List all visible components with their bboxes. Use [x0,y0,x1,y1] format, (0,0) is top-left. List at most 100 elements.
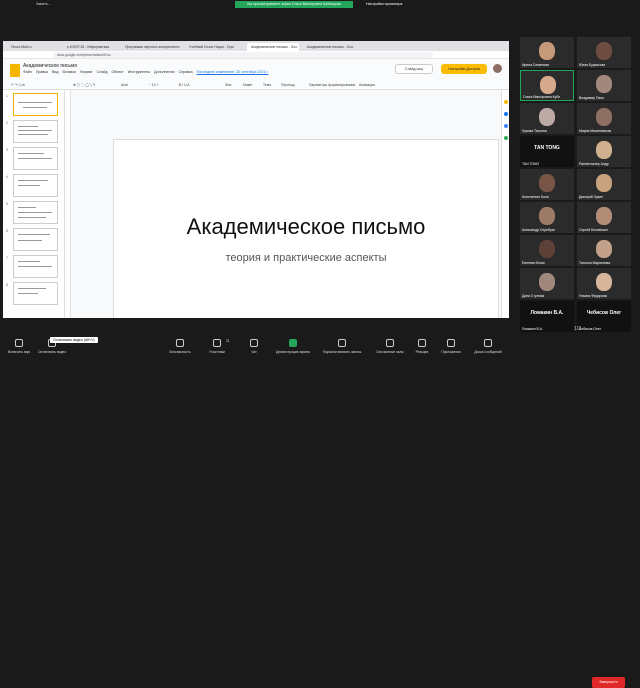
participant-tile[interactable]: Ульяна Федорова [577,268,631,299]
browser-tab[interactable]: e-ИЭУП 28 - Информатика [63,43,115,51]
account-avatar[interactable] [493,64,502,73]
format-options-button[interactable]: Параметры форматирования [309,83,355,87]
animation-button[interactable]: Анимация [359,83,375,87]
participant-tile[interactable]: Ранненталер Андр [577,136,631,167]
current-slide[interactable]: Академическое письмо теория и практическ… [113,139,499,318]
viewing-screen-badge: Вы просматриваете экран Ольга Викторовна… [235,1,353,8]
browser-tab[interactable]: Почта Mail.ru [7,43,59,51]
font-select[interactable]: Arial [121,83,128,87]
participant-tile-no-video[interactable]: TAN TONG TAN TONG [520,136,574,167]
menu-format[interactable]: Формат [80,70,93,74]
keep-icon[interactable] [504,100,508,104]
view-options-menu[interactable]: Настройки просмотра [366,1,402,8]
breakout-rooms-button[interactable]: Сессионные залы [370,334,410,360]
theme-button[interactable]: Тема [263,83,271,87]
browser-tab[interactable]: Академическое письмо - Goo [303,43,359,51]
layout-button[interactable]: Макет [243,83,253,87]
slide-title[interactable]: Академическое письмо [114,214,498,240]
top-status-text: Заметь... [36,2,51,6]
participant-tile-no-video[interactable]: Ломакин В.А. Ломакин В.А. [520,301,574,332]
share-screen-button[interactable]: Демонстрация экрана [268,334,318,360]
share-access-button[interactable]: Настройки Доступа [441,64,487,74]
participant-tile[interactable]: Чукова Татьяна [520,103,574,134]
menu-file[interactable]: Файл [23,70,32,74]
bold-italic-icon[interactable]: B I U A [179,83,190,87]
participant-tile-active-speaker[interactable]: Ольга Викторовна Кубл [520,70,574,101]
microphone-muted-icon [15,339,23,347]
background-button[interactable]: Фон [225,83,231,87]
unmute-button[interactable]: Включить звук [2,334,36,360]
whiteboard-button[interactable]: Доска сообщений [466,334,510,360]
participant-tile[interactable]: Дмитрий Лукин [577,169,631,200]
participant-tile[interactable]: Александр Серебрян [520,202,574,233]
slide-thumbnail[interactable] [13,255,58,278]
participant-tile[interactable]: Мария Малиновская [577,103,631,134]
menu-view[interactable]: Вид [52,70,59,74]
gallery-page-indicator[interactable]: 1/2 [574,326,581,332]
browser-tab-active[interactable]: Академическое письмо - Goo [247,43,299,51]
font-size-controls[interactable]: − 14 + [149,83,159,87]
thumb-number: 7 [6,256,8,260]
slideshow-button[interactable]: Слайд-шоу [395,64,433,74]
contacts-icon[interactable] [504,124,508,128]
participant-tile-no-video[interactable]: Чебисов Олег Чебисов Олег [577,301,631,332]
slide-thumbnail[interactable] [13,120,58,143]
participants-button[interactable]: 21 Участники [200,334,234,360]
transition-button[interactable]: Переход [281,83,294,87]
menu-object[interactable]: Объект [111,70,123,74]
undo-icon[interactable]: ↶ ↷ ⎙ ⧉ [11,83,25,87]
zoom-select-icon[interactable]: ⊕ ▢ ⬚ ◯ ╲ ✎ [73,83,96,87]
slide-thumbnail-selected[interactable] [13,93,58,116]
browser-tab-strip: Почта Mail.ru e-ИЭУП 28 - Информатика Пр… [3,41,509,51]
browser-tab[interactable]: Учебный Сезон Науки - Горь [185,43,243,51]
url-field[interactable]: docs.google.com/presentation/d/1w... [53,52,433,58]
last-edit-link[interactable]: Последнее изменение: 30 сентября 2021 г. [197,70,269,74]
menu-tools[interactable]: Инструменты [128,70,150,74]
slide-thumbnail[interactable] [13,201,58,224]
document-title[interactable]: Академическое письмо [23,63,77,69]
menu-slide[interactable]: Слайд [97,70,108,74]
menu-bar: Файл Правка Вид Вставка Формат Слайд Объ… [23,70,271,74]
whiteboard-icon [484,339,492,347]
thumb-number: 1 [6,94,8,98]
chat-button[interactable]: Чат [240,334,268,360]
thumb-number: 5 [6,202,8,206]
participant-tile[interactable]: Сергей Безлепкин [577,202,631,233]
stop-video-tooltip: Остановить видео (Alt+V) [50,337,98,343]
slides-header: Академическое письмо Файл Правка Вид Вст… [3,59,509,81]
browser-tab[interactable]: Программа научного консультанта [121,43,181,51]
record-button[interactable]: Пауза/остановить запись [316,334,368,360]
slide-thumbnail[interactable] [13,282,58,305]
vertical-ruler [65,90,71,318]
slide-thumbnail[interactable] [13,228,58,251]
share-screen-icon [289,339,297,347]
shared-screen: Почта Mail.ru e-ИЭУП 28 - Информатика Пр… [3,41,509,318]
thumb-number: 6 [6,229,8,233]
zoom-top-bar: Заметь... Вы просматриваете экран Ольга … [0,0,640,10]
apps-button[interactable]: Приложения [434,334,468,360]
menu-edit[interactable]: Правка [36,70,48,74]
participant-tile[interactable]: Юлия Буркасова [577,37,631,68]
address-bar: docs.google.com/presentation/d/1w... [3,51,509,59]
menu-addons[interactable]: Дополнения [154,70,174,74]
participant-tile[interactable]: Татьяна Маркелова [577,235,631,266]
people-icon [213,339,221,347]
slides-logo-icon[interactable] [10,64,20,77]
menu-help[interactable]: Справка [178,70,192,74]
end-meeting-button[interactable]: Завершить [592,677,625,688]
calendar-icon[interactable] [504,136,508,140]
participant-tile[interactable]: Дана Стулова [520,268,574,299]
record-icon [338,339,346,347]
participant-tile[interactable]: Евгения Юлия [520,235,574,266]
tasks-icon[interactable] [504,112,508,116]
slide-thumbnail[interactable] [13,147,58,170]
reactions-button[interactable]: Реакции [408,334,436,360]
chat-icon [250,339,258,347]
participant-tile[interactable]: Ирина Семенова [520,37,574,68]
participant-tile[interactable]: Владимир Пахо [577,70,631,101]
slide-thumbnail[interactable] [13,174,58,197]
slide-subtitle[interactable]: теория и практические аспекты [114,252,498,264]
participant-tile[interactable]: Константин Коли [520,169,574,200]
menu-insert[interactable]: Вставка [63,70,76,74]
security-button[interactable]: Безопасность [160,334,200,360]
